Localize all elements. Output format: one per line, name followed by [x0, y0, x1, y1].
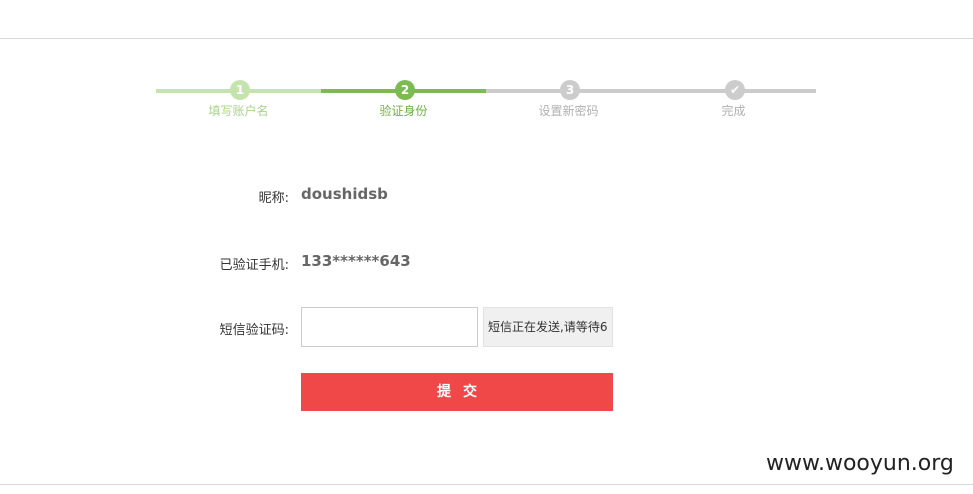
check-icon: ✔ [725, 80, 745, 100]
sms-code-input[interactable] [301, 307, 478, 347]
watermark: www.wooyun.org [766, 451, 954, 476]
step-2-marker: 2 [395, 80, 415, 100]
send-sms-button[interactable]: 短信正在发送,请等待6 [483, 307, 613, 347]
submit-button[interactable]: 提交 [301, 373, 613, 411]
header-divider [0, 38, 973, 39]
step-4-label: 完成 [721, 104, 746, 118]
nickname-value: doushidsb [301, 185, 388, 203]
step-2-label: 验证身份 [379, 104, 428, 118]
footer-divider [0, 484, 973, 485]
step-3-label: 设置新密码 [538, 104, 599, 118]
sms-code-label: 短信验证码: [219, 323, 289, 338]
phone-label: 已验证手机: [219, 258, 289, 273]
step-1-label: 填写账户名 [208, 104, 269, 118]
step-1-marker: 1 [230, 80, 250, 100]
progress-stepper: 1 填写账户名 2 验证身份 3 设置新密码 ✔ 完成 [156, 80, 816, 120]
step-3-marker: 3 [560, 80, 580, 100]
phone-value: 133******643 [301, 252, 411, 270]
nickname-label: 昵称: [258, 191, 289, 206]
